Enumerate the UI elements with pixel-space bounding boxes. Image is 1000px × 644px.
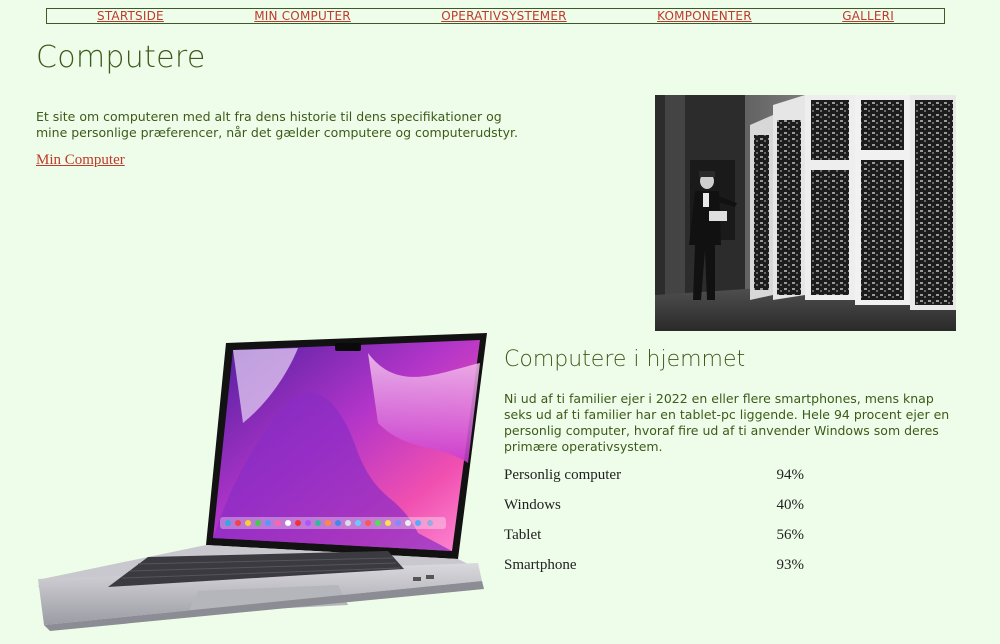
stat-label: Tablet bbox=[504, 526, 542, 543]
min-computer-link[interactable]: Min Computer bbox=[36, 152, 125, 169]
table-row: Tablet 56% bbox=[504, 520, 824, 550]
laptop-image bbox=[38, 333, 490, 631]
nav-startside[interactable]: STARTSIDE bbox=[97, 9, 164, 23]
stat-label: Personlig computer bbox=[504, 466, 622, 483]
main-nav: STARTSIDE MIN COMPUTER OPERATIVSYSTEMER … bbox=[46, 8, 945, 24]
stats-table: Personlig computer 94% Windows 40% Table… bbox=[504, 460, 824, 580]
page-title: Computere bbox=[36, 40, 206, 75]
nav-galleri[interactable]: GALLERI bbox=[842, 9, 894, 23]
nav-komponenter[interactable]: KOMPONENTER bbox=[657, 9, 752, 23]
section-paragraph: Ni ud af ti familier ejer i 2022 en elle… bbox=[504, 391, 950, 454]
stat-value: 93% bbox=[776, 556, 805, 573]
stat-label: Smartphone bbox=[504, 556, 577, 573]
stat-value: 40% bbox=[776, 496, 805, 513]
server-room-photo bbox=[655, 95, 956, 331]
table-row: Windows 40% bbox=[504, 490, 824, 520]
stat-value: 94% bbox=[776, 466, 805, 483]
nav-operativsystemer[interactable]: OPERATIVSYSTEMER bbox=[441, 9, 566, 23]
intro-text: Et site om computeren med alt fra dens h… bbox=[36, 109, 518, 140]
macbook-illustration bbox=[38, 333, 487, 631]
table-row: Smartphone 93% bbox=[504, 550, 824, 580]
nav-min-computer[interactable]: MIN COMPUTER bbox=[254, 9, 351, 23]
stat-value: 56% bbox=[776, 526, 805, 543]
server-room-image bbox=[655, 95, 956, 331]
table-row: Personlig computer 94% bbox=[504, 460, 824, 490]
section-heading: Computere i hjemmet bbox=[504, 347, 746, 372]
stat-label: Windows bbox=[504, 496, 561, 513]
